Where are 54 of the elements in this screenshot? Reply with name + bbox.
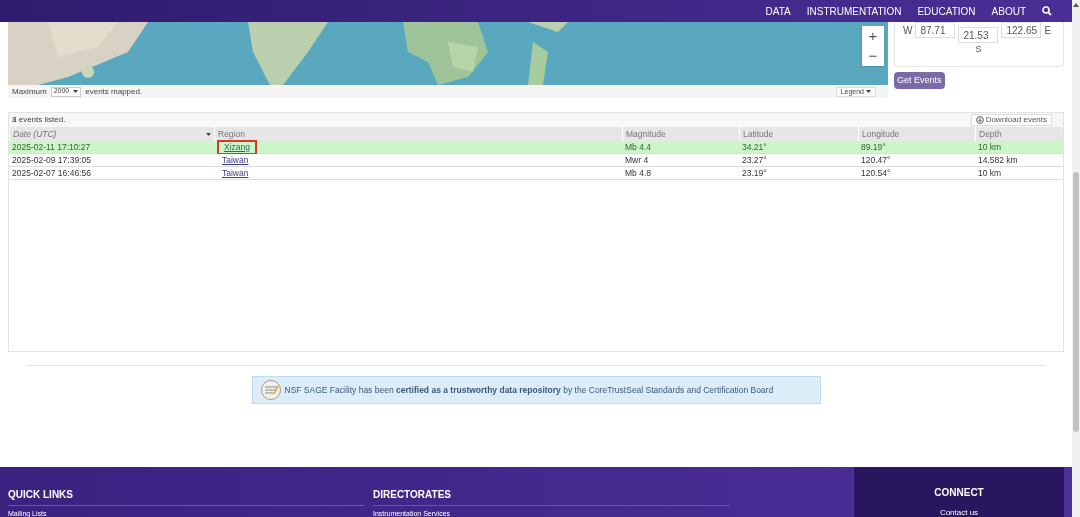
caret-icon: [866, 90, 871, 93]
column-header[interactable]: Depth: [975, 127, 1063, 141]
events-count: 3 events listed.: [12, 114, 66, 126]
nav-link[interactable]: INSTRUMENTATION: [806, 3, 902, 19]
table-cell: 10 km: [975, 167, 1063, 180]
get-events-button[interactable]: Get Events: [894, 72, 945, 89]
west-field[interactable]: 87.71: [915, 22, 956, 38]
table-cell: 2025-02-11 17:10:27: [9, 141, 214, 154]
caret-icon: [73, 90, 79, 93]
region-link[interactable]: Taiwan: [217, 154, 254, 166]
nav-link[interactable]: DATA: [765, 3, 791, 19]
region-link[interactable]: Taiwan: [217, 167, 254, 179]
scroll-up-icon[interactable]: [1073, 3, 1079, 7]
table-cell: 23.19°: [739, 167, 858, 180]
table-cell: 2025-02-09 17:39:05: [9, 154, 214, 167]
table-cell: Mb 4.8: [622, 167, 739, 180]
table-cell: 2025-02-07 16:46:56: [9, 167, 214, 180]
zoom-out-button[interactable]: −: [868, 46, 878, 66]
column-header[interactable]: Magnitude: [622, 127, 739, 141]
table-cell: 120.47°: [858, 154, 975, 167]
table-cell: 89.19°: [858, 141, 975, 154]
table-cell: 120.54°: [858, 167, 975, 180]
table-cell: 34.21°: [739, 141, 858, 154]
footer-heading: QUICK LINKS: [8, 487, 365, 506]
events-mapped-label: events mapped.: [85, 85, 143, 98]
seal-icon: [260, 380, 281, 400]
east-field[interactable]: 122.65: [1001, 22, 1042, 38]
table-cell: Mb 4.4: [622, 141, 739, 154]
download-events-button[interactable]: Download events: [970, 114, 1052, 126]
sort-icon: [206, 132, 211, 136]
nav-link[interactable]: EDUCATION: [917, 3, 976, 19]
column-header[interactable]: Latitude: [739, 127, 858, 141]
east-label: E: [1044, 24, 1052, 38]
south-label: S: [975, 43, 982, 56]
footer-link[interactable]: Contact us: [939, 507, 979, 517]
search-icon[interactable]: [1042, 6, 1052, 16]
table-cell: 10 km: [975, 141, 1063, 154]
table-cell: 14.582 km: [975, 154, 1063, 167]
footer-heading: CONNECT: [934, 486, 984, 500]
south-field[interactable]: 21.53: [958, 27, 999, 43]
map[interactable]: + −: [8, 22, 888, 85]
maximum-label: Maximum: [12, 85, 47, 98]
download-icon: [975, 116, 984, 124]
certification-text: NSF SAGE Facility has been certified as a trustworthy data repository by the CoreTrustSeal Standards and Certification Board: [284, 383, 774, 397]
column-header[interactable]: Region: [214, 127, 622, 141]
scrollbar[interactable]: [1072, 0, 1080, 517]
zoom-in-button[interactable]: +: [868, 26, 878, 46]
west-label: W: [903, 24, 913, 38]
column-header[interactable]: Longitude: [858, 127, 975, 141]
table-cell: Mwr 4: [622, 154, 739, 167]
column-header[interactable]: Date (UTC): [9, 127, 214, 141]
table-cell: 23.27°: [739, 154, 858, 167]
nav-link[interactable]: ABOUT: [991, 3, 1026, 19]
footer-heading: DIRECTORATES: [373, 487, 730, 506]
